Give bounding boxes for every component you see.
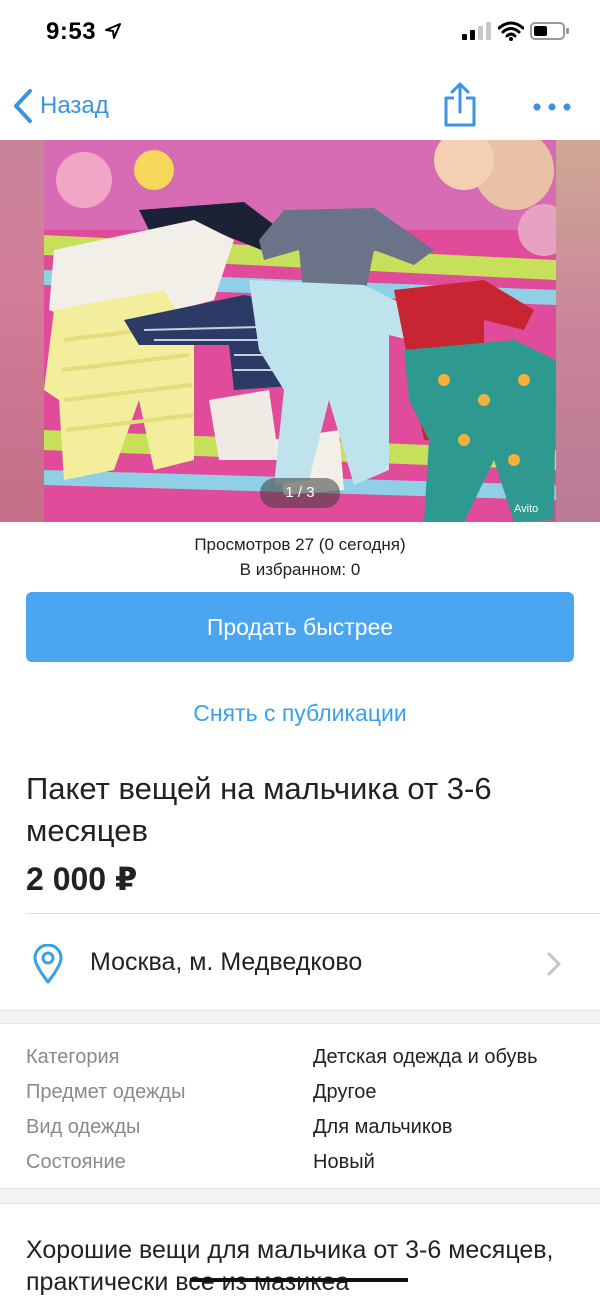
section-gap	[0, 1010, 600, 1024]
listing-description: Хорошие вещи для мальчика от 3-6 месяцев…	[26, 1236, 554, 1296]
unpublish-link[interactable]: Снять с публикации	[0, 700, 600, 727]
listing-photo: Avito	[44, 140, 556, 522]
divider	[26, 913, 600, 914]
listing-title: Пакет вещей на мальчика от 3-6 месяцев	[26, 771, 492, 848]
param-row: Состояние Новый	[26, 1145, 586, 1180]
param-value: Для мальчиков	[313, 1116, 453, 1138]
status-time: 9:53	[46, 18, 97, 45]
param-key: Состояние	[26, 1151, 126, 1173]
param-key: Предмет одежды	[26, 1081, 186, 1103]
photo-pager: 1 / 3	[260, 478, 340, 508]
photo-gallery[interactable]: Avito	[0, 140, 600, 522]
more-dots-icon[interactable]	[532, 92, 572, 122]
param-row: Предмет одежды Другое	[26, 1075, 586, 1110]
sell-faster-button[interactable]: Продать быстрее	[26, 592, 574, 662]
section-gap	[0, 1188, 600, 1204]
location-text: Москва, м. Медведково	[90, 948, 363, 976]
signal-icon	[462, 22, 491, 40]
nav-bar: Назад	[0, 64, 600, 140]
strikethrough-mark	[190, 1278, 408, 1282]
param-value: Другое	[313, 1081, 377, 1103]
wifi-icon	[498, 21, 524, 41]
location-row[interactable]: Москва, м. Медведково	[0, 928, 600, 1008]
listing-stats: Просмотров 27 (0 сегодня) В избранном: 0	[0, 532, 600, 582]
photo-blur-right	[556, 140, 600, 522]
chevron-left-icon	[14, 89, 32, 123]
chevron-right-icon	[547, 952, 561, 976]
param-row: Вид одежды Для мальчиков	[26, 1110, 586, 1145]
map-pin-icon	[33, 944, 63, 984]
photo-blur-left	[0, 140, 44, 522]
param-key: Вид одежды	[26, 1116, 141, 1138]
location-arrow-icon	[105, 23, 121, 39]
param-value: Новый	[313, 1151, 375, 1173]
battery-icon	[530, 22, 569, 40]
views-count: Просмотров 27 (0 сегодня)	[194, 535, 406, 554]
share-icon[interactable]	[440, 82, 480, 128]
favorites-count: В избранном: 0	[239, 560, 361, 579]
params-table: Категория Детская одежда и обувь Предмет…	[26, 1040, 586, 1180]
param-key: Категория	[26, 1046, 120, 1068]
back-button[interactable]: Назад	[12, 86, 109, 126]
param-row: Категория Детская одежда и обувь	[26, 1040, 586, 1075]
listing-price: 2 000 ₽	[26, 861, 138, 897]
photo-watermark: Avito	[514, 503, 538, 515]
back-label: Назад	[40, 92, 109, 119]
status-bar: 9:53	[0, 0, 600, 64]
param-value: Детская одежда и обувь	[313, 1046, 538, 1068]
